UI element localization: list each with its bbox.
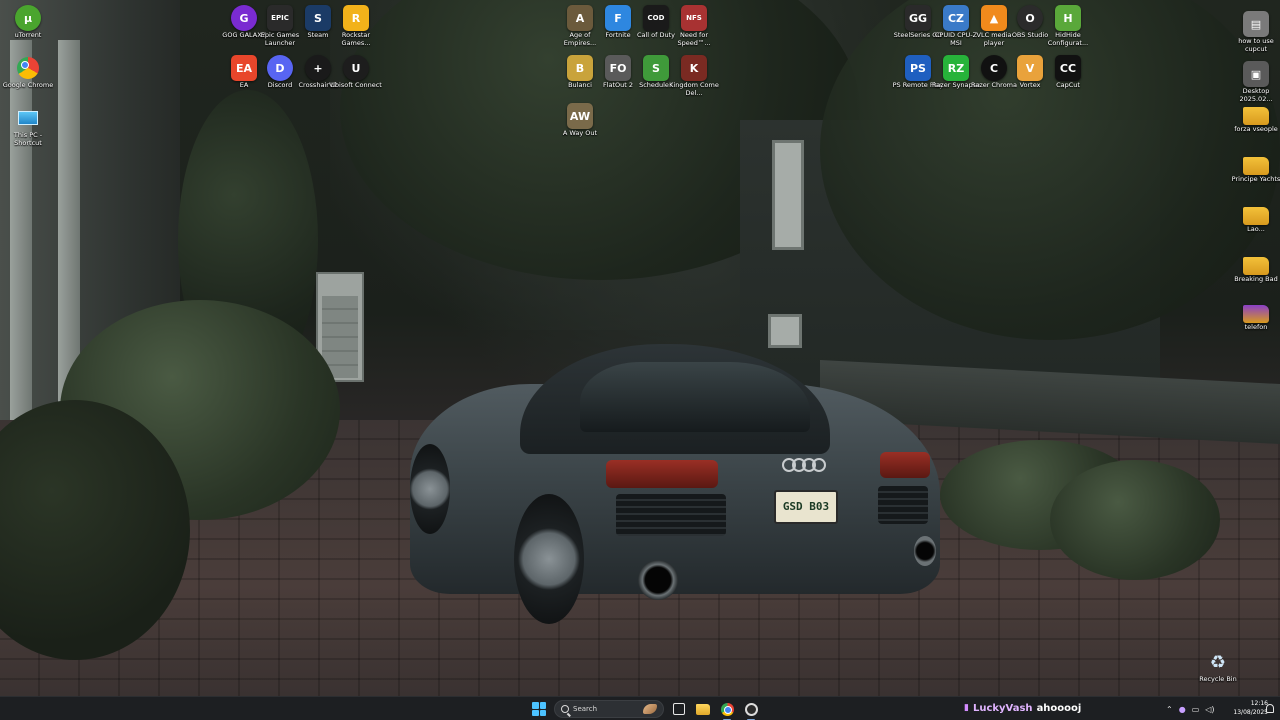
desktop-icon-recycle-bin[interactable]: ♻ Recycle Bin: [1190, 646, 1246, 684]
taskbar-chrome[interactable]: [718, 700, 736, 720]
desktop-icon-rockstar-games[interactable]: R Rockstar Games...: [328, 2, 384, 47]
recycle-bin-icon: ♻: [1209, 651, 1227, 673]
task-view-icon: [673, 703, 685, 715]
desktop-icon-how-to-use-cupcut[interactable]: ▤ how to use cupcut: [1228, 8, 1280, 53]
desktop-icon-label: A Way Out: [562, 130, 598, 137]
chat-badge-icon: ▮: [964, 703, 969, 713]
desktop-icon-forza-vseople[interactable]: forza vseople: [1228, 100, 1280, 134]
desktop-icon-need-for-speed[interactable]: NFS Need for Speed™...: [666, 2, 722, 47]
principe-yachts-icon: [1243, 157, 1269, 175]
start-button[interactable]: [530, 700, 548, 718]
wallpaper-window: [768, 314, 802, 348]
desktop-icon-label: how to use cupcut: [1238, 38, 1274, 53]
desktop-icon-label: Recycle Bin: [1199, 676, 1237, 683]
notification-bell-icon[interactable]: [1266, 704, 1274, 713]
desktop-icon-breaking-bad[interactable]: Breaking Bad: [1228, 250, 1280, 284]
rockstar-games-icon: R: [343, 5, 369, 31]
desktop-icon-label: Breaking Bad: [1234, 276, 1278, 283]
desktop-icon-desktop-2025-02[interactable]: ▣ Desktop 2025.02...: [1228, 58, 1280, 103]
taskbar-clock[interactable]: 12:16 13/08/2025: [1232, 699, 1268, 717]
obs-icon: [744, 702, 758, 716]
wallpaper-column: [10, 40, 32, 420]
taskbar-obs-studio[interactable]: [742, 700, 760, 720]
desktop-icon-label: Rockstar Games...: [341, 32, 371, 47]
search-highlight-icon: [643, 704, 657, 714]
forza-vseople-icon: [1243, 107, 1269, 125]
desktop-icon-label: Kingdom Come Del...: [669, 82, 719, 97]
telefon-icon: [1243, 305, 1269, 323]
taskbar-search-box[interactable]: Search: [554, 700, 664, 718]
windows-logo-icon: [532, 702, 539, 709]
hidhide-configurat-icon: H: [1055, 5, 1081, 31]
stream-chat-overlay: ▮ LuckyVash ahooooj: [964, 700, 1081, 716]
desktop-icon-lao[interactable]: Lao...: [1228, 200, 1280, 234]
search-icon: [561, 705, 569, 713]
desktop-icon-label: uTorrent: [14, 32, 42, 39]
ubisoft-connect-icon: U: [343, 55, 369, 81]
chat-username: LuckyVash: [972, 702, 1033, 714]
taskbar-center: Search: [530, 697, 760, 720]
system-tray: ⌃ ● ▭ ◁): [1166, 697, 1215, 720]
wallpaper-car: GSD B03: [410, 344, 940, 624]
desktop-wallpaper: GSD B03: [0, 0, 1280, 696]
car-license-plate: GSD B03: [774, 490, 838, 524]
desktop-icon-utorrent[interactable]: µ uTorrent: [0, 2, 56, 40]
task-view-button[interactable]: [670, 700, 688, 718]
a-way-out-icon: AW: [567, 103, 593, 129]
desktop-icon-hidhide-configurat[interactable]: H HidHide Configurat...: [1040, 2, 1096, 47]
desktop-icon-label: CapCut: [1056, 82, 1080, 89]
desktop-icon-label: Principe Yachts: [1231, 176, 1280, 183]
need-for-speed-icon: NFS: [681, 5, 707, 31]
tray-app-icon[interactable]: ●: [1179, 705, 1186, 714]
wallpaper-window: [772, 140, 804, 250]
tray-overflow-chevron-icon[interactable]: ⌃: [1166, 705, 1173, 714]
desktop-icon-label: forza vseople: [1234, 126, 1278, 133]
folder-icon: [696, 703, 710, 715]
google-chrome-icon: [15, 55, 41, 81]
chat-message: ahooooj: [1036, 702, 1082, 714]
desktop-icon-label: HidHide Configurat...: [1047, 32, 1089, 47]
how-to-use-cupcut-icon: ▤: [1243, 11, 1269, 37]
desktop-icon-this-pc-shortcut[interactable]: This PC - Shortcut: [0, 102, 56, 147]
desktop-icon-principe-yachts[interactable]: Principe Yachts: [1228, 150, 1280, 184]
wallpaper-bush: [1050, 460, 1220, 580]
desktop-icon-label: Lao...: [1247, 226, 1265, 233]
chrome-icon: [720, 702, 734, 716]
desktop-icon-label: Ubisoft Connect: [330, 82, 382, 89]
clock-date: 13/08/2025: [1233, 709, 1268, 716]
desktop-icon-ubisoft-connect[interactable]: U Ubisoft Connect: [328, 52, 384, 90]
kingdom-come-del-icon: K: [681, 55, 707, 81]
search-placeholder: Search: [573, 705, 598, 713]
desktop-2025-02-icon: ▣: [1243, 61, 1269, 87]
network-icon[interactable]: ▭: [1192, 705, 1200, 714]
desktop-icon-kingdom-come-del[interactable]: K Kingdom Come Del...: [666, 52, 722, 97]
breaking-bad-icon: [1243, 257, 1269, 275]
desktop-icon-label: This PC - Shortcut: [13, 132, 43, 147]
desktop-icon-a-way-out[interactable]: AW A Way Out: [552, 100, 608, 138]
taskbar: Search ⌃ ● ▭ ◁) 12:16 13/08/2025: [0, 696, 1280, 720]
desktop-icon-capcut[interactable]: CC CapCut: [1040, 52, 1096, 90]
desktop-icon-google-chrome[interactable]: Google Chrome: [0, 52, 56, 90]
lao-icon: [1243, 207, 1269, 225]
utorrent-icon: µ: [15, 5, 41, 31]
this-pc-shortcut-icon: [15, 105, 41, 131]
desktop-icon-label: Google Chrome: [2, 82, 54, 89]
taskbar-file-explorer[interactable]: [694, 700, 712, 718]
clock-time: 12:16: [1250, 700, 1268, 707]
capcut-icon: CC: [1055, 55, 1081, 81]
desktop-icon-label: Need for Speed™...: [677, 32, 711, 47]
desktop-icon-label: telefon: [1244, 324, 1268, 331]
desktop-icon-telefon[interactable]: telefon: [1228, 298, 1280, 332]
volume-icon[interactable]: ◁): [1205, 705, 1214, 714]
